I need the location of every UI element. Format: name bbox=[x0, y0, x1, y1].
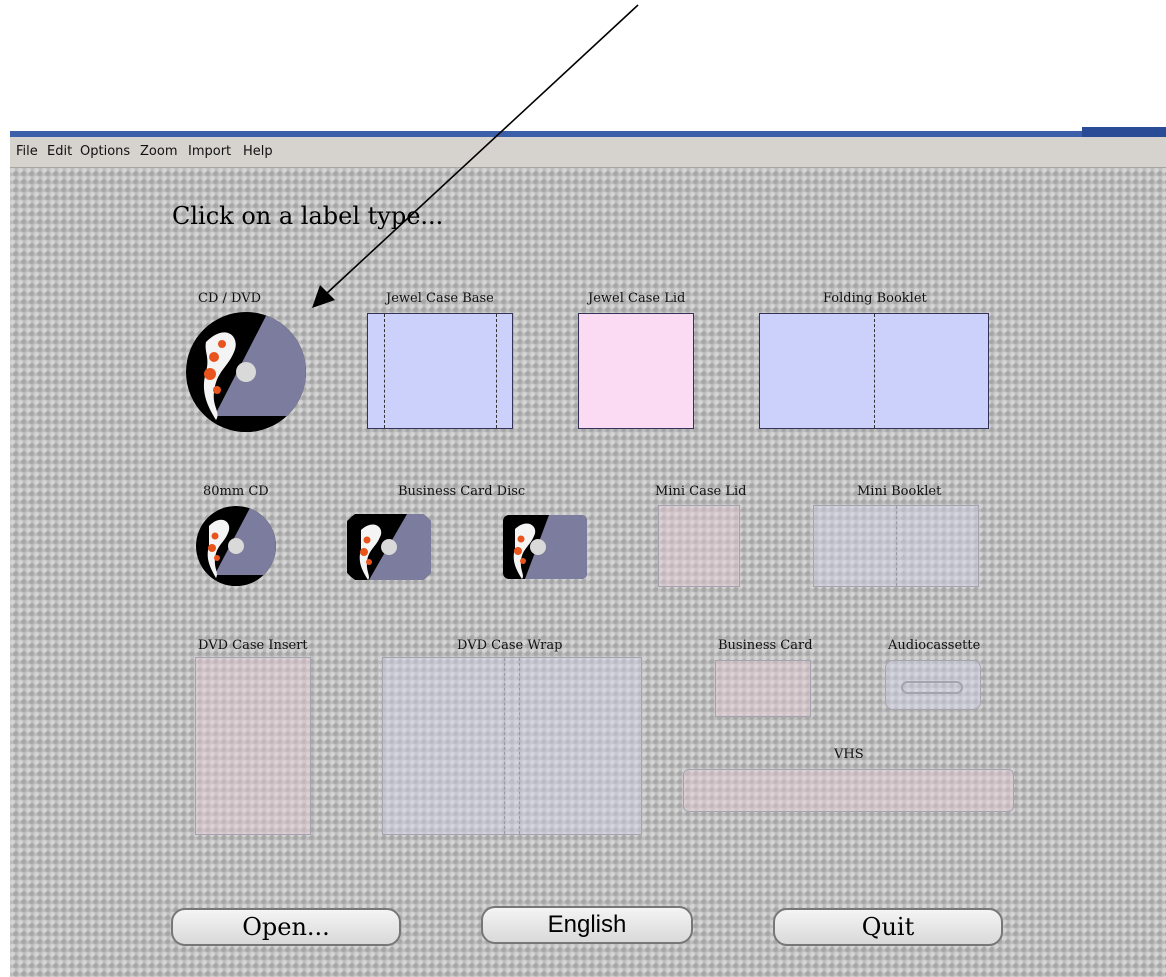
annotation-arrow-icon bbox=[312, 4, 639, 308]
